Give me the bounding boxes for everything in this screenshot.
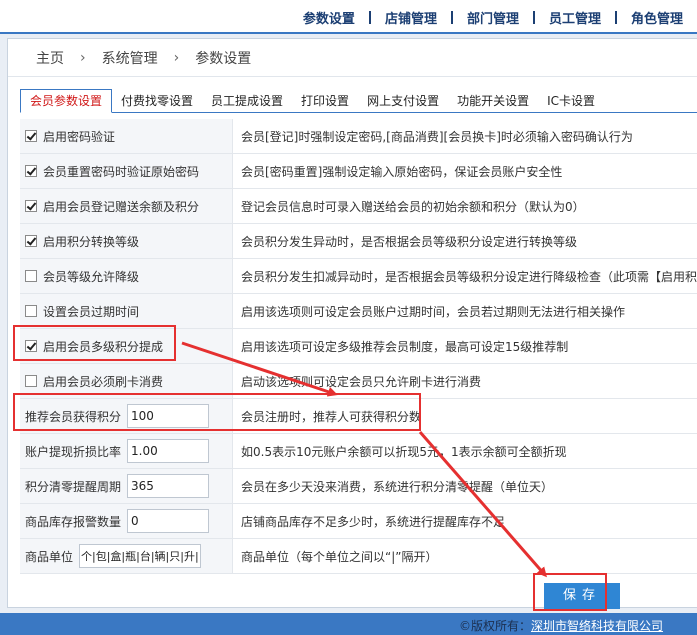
setting-label: 商品单位 [25, 549, 74, 564]
breadcrumb-system[interactable]: 系统管理 [102, 48, 158, 68]
setting-row: 启用积分转换等级 会员积分发生异动时，是否根据会员等级积分设定进行转换等级 [20, 224, 697, 259]
stock-alert-input[interactable] [127, 509, 209, 533]
setting-checkbox[interactable] [25, 375, 37, 387]
setting-row: 账户提现折损比率 如0.5表示10元账户余额可以折现5元，1表示余额可全额折现 [20, 434, 697, 469]
breadcrumb: 主页 › 系统管理 › 参数设置 [8, 39, 697, 77]
setting-label-cell: 账户提现折损比率 [20, 434, 233, 468]
setting-label: 会员重置密码时验证原始密码 [43, 164, 200, 179]
tab-ic-card[interactable]: IC卡设置 [538, 90, 604, 112]
setting-label-cell: 会员等级允许降级 [20, 259, 233, 293]
product-units-input[interactable] [79, 544, 201, 568]
breadcrumb-current: 参数设置 [195, 50, 252, 67]
setting-row: 启用会员登记赠送余额及积分 登记会员信息时可录入赠送给会员的初始余额和积分（默认… [20, 189, 697, 224]
setting-row: 设置会员过期时间 启用该选项则可设定会员账户过期时间，会员若过期则无法进行相关操… [20, 294, 697, 329]
setting-checkbox[interactable] [25, 305, 37, 317]
setting-label-cell: 启用密码验证 [20, 119, 233, 153]
copyright: ©版权所有：深圳市智络科技有限公司 [459, 617, 663, 634]
tab-feature-switches[interactable]: 功能开关设置 [448, 90, 538, 112]
tab-online-payment[interactable]: 网上支付设置 [358, 90, 448, 112]
chevron-right-icon: › [173, 49, 180, 66]
setting-label-cell: 设置会员过期时间 [20, 294, 233, 328]
tab-payment-change[interactable]: 付费找零设置 [112, 90, 202, 112]
setting-label: 商品库存报警数量 [25, 514, 122, 529]
setting-label: 设置会员过期时间 [43, 304, 140, 319]
points-reset-period-input[interactable] [127, 474, 209, 498]
setting-row: 会员重置密码时验证原始密码 会员[密码重置]强制设定输入原始密码，保证会员账户安… [20, 154, 697, 189]
setting-label: 启用密码验证 [43, 129, 116, 144]
chevron-right-icon: › [80, 49, 86, 66]
settings-tabs: 会员参数设置 付费找零设置 员工提成设置 打印设置 网上支付设置 功能开关设置 … [20, 89, 697, 113]
nav-item-departments[interactable]: 部门管理 [453, 8, 533, 27]
nav-item-roles[interactable]: 角色管理 [617, 8, 697, 27]
setting-label-cell: 启用会员登记赠送余额及积分 [20, 189, 233, 223]
setting-row: 商品单位 商品单位（每个单位之间以“|”隔开） [20, 539, 697, 574]
annotation-box-referral [13, 393, 421, 431]
setting-checkbox[interactable] [25, 130, 37, 142]
tab-staff-commission[interactable]: 员工提成设置 [202, 90, 292, 112]
nav-item-stores[interactable]: 店铺管理 [371, 8, 451, 27]
company-link[interactable]: 深圳市智络科技有限公司 [531, 619, 663, 633]
setting-checkbox[interactable] [25, 200, 37, 212]
breadcrumb-home[interactable]: 主页 [36, 48, 64, 68]
footer: ©版权所有：深圳市智络科技有限公司 [0, 613, 697, 635]
setting-description: 会员在多少天没来消费，系统进行积分清零提醒（单位天） [241, 479, 554, 494]
setting-checkbox[interactable] [25, 165, 37, 177]
withdraw-ratio-input[interactable] [127, 439, 209, 463]
setting-description: 启用该选项可设定多级推荐会员制度，最高可设定15级推荐制 [241, 339, 569, 354]
setting-row: 积分清零提醒周期 会员在多少天没来消费，系统进行积分清零提醒（单位天） [20, 469, 697, 504]
setting-label: 启用会员登记赠送余额及积分 [43, 199, 200, 214]
setting-checkbox[interactable] [25, 270, 37, 282]
setting-description: 如0.5表示10元账户余额可以折现5元，1表示余额可全额折现 [241, 444, 567, 459]
nav-item-params[interactable]: 参数设置 [289, 8, 369, 27]
setting-label: 启用积分转换等级 [43, 234, 140, 249]
setting-label-cell: 会员重置密码时验证原始密码 [20, 154, 233, 188]
nav-item-staff[interactable]: 员工管理 [535, 8, 615, 27]
copyright-prefix: ©版权所有： [458, 619, 531, 633]
setting-label-cell: 商品库存报警数量 [20, 504, 233, 538]
setting-label-cell: 积分清零提醒周期 [20, 469, 233, 503]
setting-label: 会员等级允许降级 [43, 269, 140, 284]
content-frame: 主页 › 系统管理 › 参数设置 会员参数设置 付费找零设置 员工提成设置 打印… [7, 38, 697, 609]
tab-member-params[interactable]: 会员参数设置 [20, 89, 113, 113]
setting-description: 会员[密码重置]强制设定输入原始密码，保证会员账户安全性 [241, 164, 563, 179]
setting-description: 会员积分发生异动时，是否根据会员等级积分设定进行转换等级 [241, 234, 578, 249]
setting-label: 启用会员必须刷卡消费 [43, 374, 164, 389]
setting-row: 会员等级允许降级 会员积分发生扣减异动时，是否根据会员等级积分设定进行降级检查（… [20, 259, 697, 294]
setting-description: 启用该选项则可设定会员账户过期时间，会员若过期则无法进行相关操作 [241, 304, 626, 319]
setting-row: 商品库存报警数量 店铺商品库存不足多少时，系统进行提醒库存不足 [20, 504, 697, 539]
setting-description: 店铺商品库存不足多少时，系统进行提醒库存不足 [241, 514, 506, 529]
setting-description: 商品单位（每个单位之间以“|”隔开） [241, 549, 438, 564]
setting-description: 会员积分发生扣减异动时，是否根据会员等级积分设定进行降级检查（此项需【启用积分 [241, 269, 697, 284]
setting-label-cell: 启用积分转换等级 [20, 224, 233, 258]
setting-checkbox[interactable] [25, 235, 37, 247]
setting-label: 积分清零提醒周期 [25, 479, 122, 494]
tab-print[interactable]: 打印设置 [292, 90, 358, 112]
setting-description: 会员[登记]时强制设定密码,[商品消费][会员换卡]时必须输入密码确认行为 [241, 129, 633, 144]
annotation-box-save [533, 573, 607, 611]
top-navigation: 参数设置 店铺管理 部门管理 员工管理 角色管理 [0, 0, 697, 34]
setting-label: 账户提现折损比率 [25, 444, 122, 459]
setting-label-cell: 商品单位 [20, 539, 233, 573]
annotation-box-checkbox [13, 325, 176, 361]
setting-description: 登记会员信息时可录入赠送给会员的初始余额和积分（默认为0） [241, 199, 585, 214]
setting-row: 启用密码验证 会员[登记]时强制设定密码,[商品消费][会员换卡]时必须输入密码… [20, 119, 697, 154]
top-nav-items: 参数设置 店铺管理 部门管理 员工管理 角色管理 [289, 8, 697, 27]
